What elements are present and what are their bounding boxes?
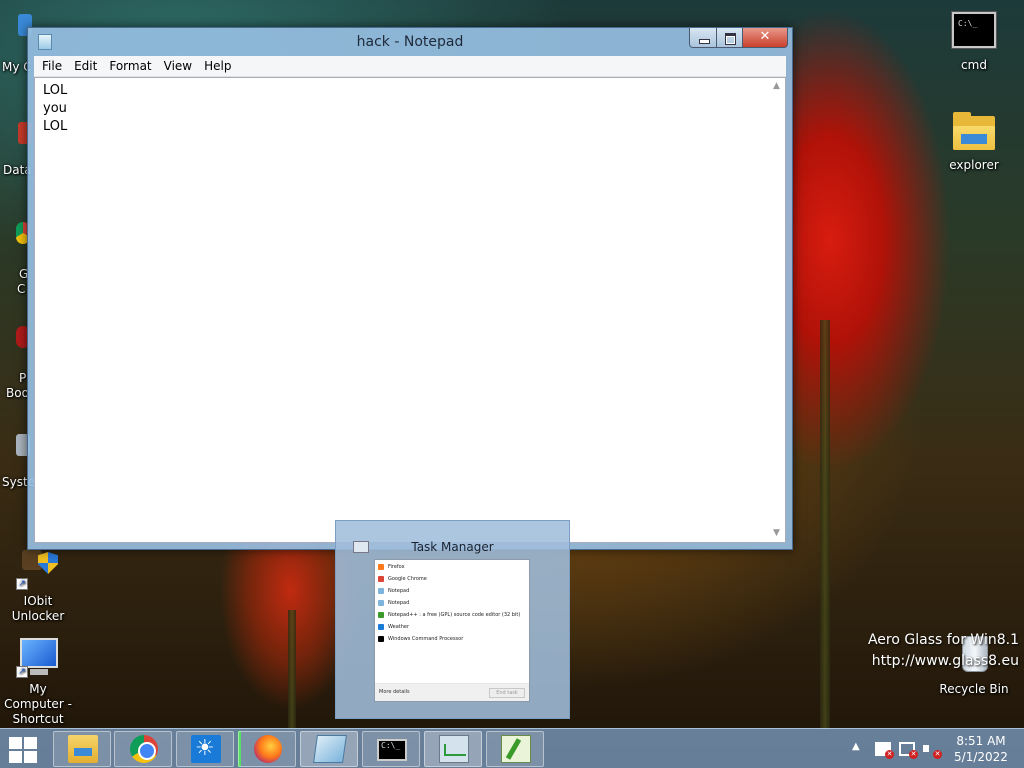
cmd-icon [952, 12, 996, 48]
notepad-plus-plus-icon [501, 735, 531, 763]
desktop-icon-explorer[interactable]: explorer [936, 112, 1012, 173]
task-manager-app-row[interactable]: Firefox [378, 562, 405, 572]
taskbar-firefox[interactable] [238, 731, 296, 767]
taskbar-notepad-plus-plus[interactable] [486, 731, 544, 767]
firefox-icon [254, 735, 282, 763]
chrome-icon [130, 735, 158, 763]
app-icon [378, 623, 384, 630]
taskbar-task-manager[interactable] [424, 731, 482, 767]
clock-date: 5/1/2022 [954, 750, 1008, 764]
monitor-icon: ↗ [16, 636, 60, 678]
close-button[interactable]: ✕ [742, 28, 788, 48]
desktop-icon-cmd[interactable]: cmd [936, 12, 1012, 73]
app-name: Notepad++ : a free (GPL) source code edi… [388, 612, 521, 618]
watermark-line: http://www.glass8.eu [871, 653, 1019, 669]
desktop-icon-label-partial: C [17, 282, 26, 296]
text-line: LOL [43, 119, 68, 134]
start-button[interactable] [9, 737, 39, 763]
text-line: LOL [43, 83, 68, 98]
menu-file[interactable]: File [36, 59, 68, 73]
menu-edit[interactable]: Edit [68, 59, 103, 73]
clock-time: 8:51 AM [956, 734, 1006, 748]
window-title: hack - Notepad [356, 34, 464, 50]
app-icon [378, 635, 384, 642]
taskbar-command-prompt[interactable] [362, 731, 420, 767]
desktop-icon-iobit-unlocker[interactable]: ↗ IObit Unlocker [0, 548, 76, 624]
weather-icon [191, 735, 221, 763]
app-name: Notepad [388, 588, 410, 594]
end-task-button[interactable]: End task [489, 688, 525, 698]
aero-glass-watermark: Aero Glass for Win8.1 http://www.glass8.… [868, 630, 1019, 672]
task-manager-app-row[interactable]: Notepad++ : a free (GPL) source code edi… [378, 610, 520, 620]
action-center-flag-icon[interactable] [875, 742, 894, 759]
scroll-down-arrow-icon[interactable]: ▼ [768, 525, 785, 542]
show-hidden-icons-chevron-icon[interactable]: ▲ [852, 741, 860, 768]
notepad-window[interactable]: hack - Notepad ✕ File Edit Format View H… [27, 27, 793, 550]
task-manager-app-row[interactable]: Notepad [378, 598, 409, 608]
task-manager-footer: More details End task [375, 683, 529, 701]
desktop-icon-label-partial: Boo [6, 386, 29, 400]
window-title-bar[interactable]: hack - Notepad ✕ [28, 28, 792, 56]
taskbar: ▲ 8:51 AM 5/1/2022 [0, 728, 1024, 768]
taskbar-file-explorer[interactable] [53, 731, 111, 767]
menu-format[interactable]: Format [103, 59, 157, 73]
wallpaper-stem [820, 320, 830, 730]
folder-icon [68, 735, 98, 763]
vertical-scrollbar[interactable]: ▲ ▼ [768, 78, 785, 542]
menu-help[interactable]: Help [198, 59, 237, 73]
task-manager-thumbnail[interactable]: Firefox Google Chrome Notepad Notepad Notepa… [374, 559, 530, 702]
text-line: you [43, 101, 67, 116]
more-details-link[interactable]: More details [379, 689, 410, 695]
network-icon[interactable] [899, 742, 918, 759]
app-name: Firefox [388, 564, 405, 570]
app-icon [378, 611, 384, 618]
taskbar-google-chrome[interactable] [114, 731, 172, 767]
text-editor-area[interactable]: LOL you LOL ▲ ▼ [34, 77, 786, 543]
task-manager-preview[interactable]: Task Manager Firefox Google Chrome Notepad… [335, 520, 570, 719]
maximize-button[interactable] [716, 28, 743, 48]
desktop-icon-my-computer-shortcut[interactable]: ↗ My Computer - Shortcut [0, 636, 76, 727]
desktop-icon-label-partial: P [19, 371, 27, 385]
task-manager-icon [439, 735, 469, 763]
desktop-icon-label: cmd [961, 58, 987, 72]
menu-bar: File Edit Format View Help [34, 56, 786, 77]
task-manager-app-row[interactable]: Notepad [378, 586, 409, 596]
wallpaper-stem [288, 610, 296, 730]
app-icon [378, 575, 384, 582]
iobit-unlocker-icon: ↗ [16, 548, 60, 590]
minimize-button[interactable] [689, 28, 717, 48]
editor-content[interactable]: LOL you LOL [43, 82, 67, 136]
app-icon [378, 587, 384, 594]
taskbar-weather[interactable] [176, 731, 234, 767]
task-manager-app-row[interactable]: Weather [378, 622, 409, 632]
app-name: Google Chrome [388, 576, 427, 582]
app-name: Weather [388, 624, 410, 630]
taskbar-notepad[interactable] [300, 731, 358, 767]
scroll-up-arrow-icon[interactable]: ▲ [768, 78, 785, 95]
notepad-icon [313, 735, 347, 763]
app-name: Windows Command Processor [388, 636, 464, 642]
system-clock[interactable]: 8:51 AM 5/1/2022 [946, 733, 1016, 765]
volume-muted-icon[interactable] [923, 742, 942, 759]
app-icon [378, 599, 384, 606]
task-manager-app-row[interactable]: Windows Command Processor [378, 634, 463, 644]
desktop-icon-label: Recycle Bin [939, 682, 1009, 696]
desktop-icon-label: My Computer - Shortcut [4, 682, 72, 726]
watermark-line: Aero Glass for Win8.1 [867, 632, 1019, 648]
desktop-icon-label: IObit Unlocker [11, 594, 65, 623]
menu-view[interactable]: View [158, 59, 198, 73]
folder-icon [951, 112, 997, 152]
task-manager-app-row[interactable]: Google Chrome [378, 574, 427, 584]
preview-title: Task Manager [411, 540, 494, 554]
desktop-icon-label: explorer [949, 158, 999, 172]
app-icon [378, 563, 384, 570]
cmd-icon [377, 739, 407, 761]
app-name: Notepad [388, 600, 410, 606]
